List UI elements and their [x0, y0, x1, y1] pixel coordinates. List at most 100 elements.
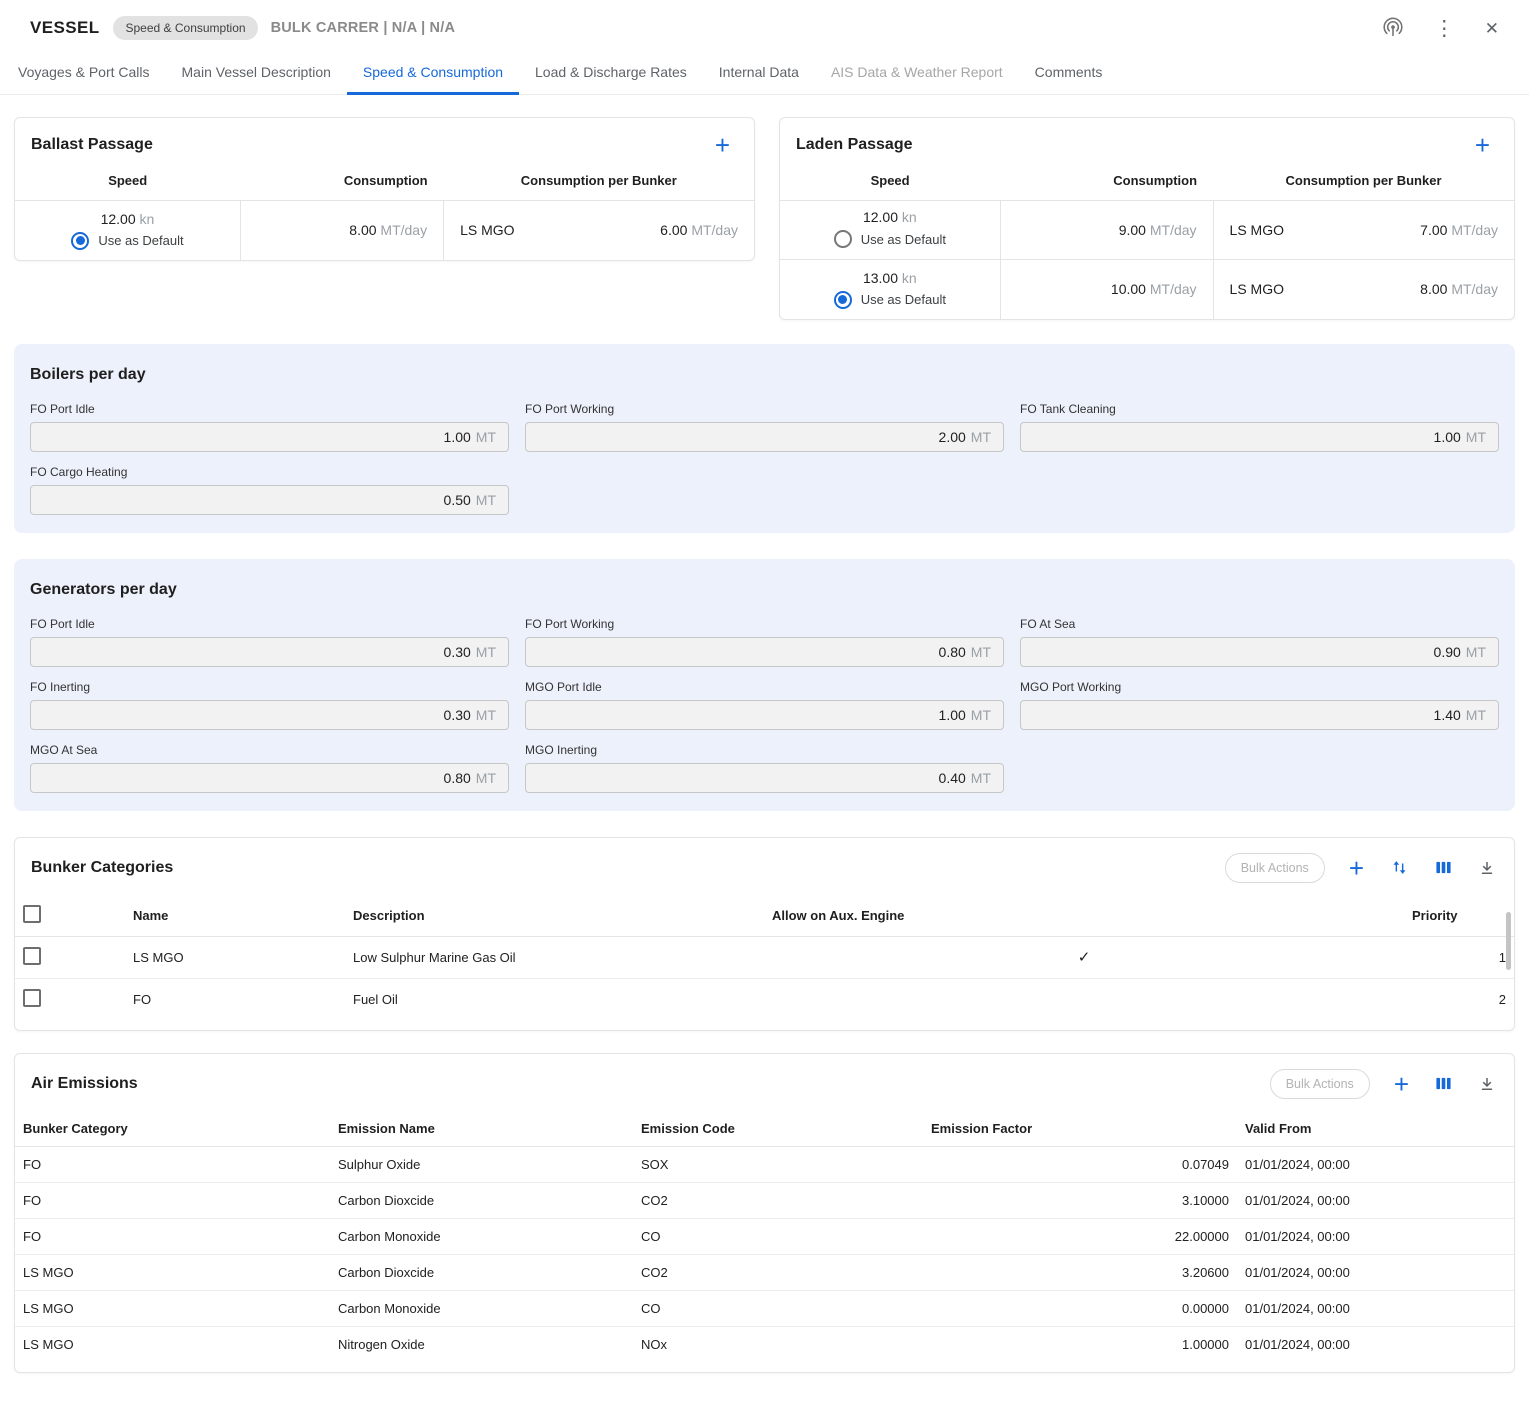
emission-valid-from: 01/01/2024, 00:00 [1237, 1290, 1514, 1326]
emission-name: Carbon Monoxide [330, 1218, 633, 1254]
bulk-actions-button[interactable]: Bulk Actions [1225, 853, 1325, 883]
vertical-scrollbar[interactable] [1506, 912, 1511, 970]
bunker-description: Fuel Oil [345, 978, 764, 1020]
sort-button[interactable] [1388, 856, 1411, 879]
select-all-checkbox[interactable] [23, 905, 41, 923]
speed-value: 12.00 kn [15, 211, 240, 227]
air-emissions-title: Air Emissions [31, 1075, 138, 1093]
tab-main-vessel-description[interactable]: Main Vessel Description [166, 51, 347, 95]
generators-title: Generators per day [30, 581, 1499, 599]
bunker-value: 8.00 MT/day [1420, 281, 1498, 297]
emission-name: Carbon Dioxcide [330, 1254, 633, 1290]
column-header-consumption-per-bunker: Consumption per Bunker [444, 167, 754, 201]
tab-internal-data[interactable]: Internal Data [703, 51, 815, 95]
generators-section: Generators per day FO Port Idle 0.30 MT … [14, 559, 1515, 811]
consumption-value: 10.00 MT/day [1000, 260, 1213, 319]
download-icon [1478, 859, 1496, 877]
radio-label: Use as Default [98, 233, 183, 248]
row-checkbox[interactable] [23, 947, 41, 965]
field-fo-cargo-heating: FO Cargo Heating 0.50 MT [30, 465, 509, 515]
emission-bunker-category: LS MGO [15, 1254, 330, 1290]
columns-icon [1435, 1075, 1452, 1092]
check-icon: ✓ [1078, 949, 1091, 966]
tab-speed-consumption[interactable]: Speed & Consumption [347, 51, 519, 95]
emission-valid-from: 01/01/2024, 00:00 [1237, 1182, 1514, 1218]
plus-icon: + [715, 135, 730, 155]
mgo-port-idle-input[interactable]: 1.00 MT [525, 700, 1004, 730]
radio-icon[interactable] [834, 291, 852, 309]
bunker-name: LS MGO [125, 936, 345, 978]
mgo-inerting-input[interactable]: 0.40 MT [525, 763, 1004, 793]
mgo-port-working-input[interactable]: 1.40 MT [1020, 700, 1499, 730]
tab-ais-data-weather-report[interactable]: AIS Data & Weather Report [815, 51, 1019, 95]
kebab-menu-button[interactable]: ⋮ [1432, 16, 1457, 41]
column-header-speed: Speed [15, 167, 240, 201]
emission-valid-from: 01/01/2024, 00:00 [1237, 1254, 1514, 1290]
column-header-consumption-per-bunker: Consumption per Bunker [1213, 167, 1514, 201]
column-header-allow-aux-engine: Allow on Aux. Engine [764, 895, 1404, 937]
radio-label: Use as Default [861, 232, 946, 247]
emission-factor: 22.00000 [923, 1218, 1237, 1254]
fo-tank-cleaning-input[interactable]: 1.00 MT [1020, 422, 1499, 452]
emission-factor: 3.20600 [923, 1254, 1237, 1290]
add-laden-passage-button[interactable]: + [1473, 133, 1492, 157]
bunker-name: LS MGO [460, 222, 514, 238]
bulk-actions-button[interactable]: Bulk Actions [1270, 1069, 1370, 1099]
tab-load-discharge-rates[interactable]: Load & Discharge Rates [519, 51, 703, 95]
vessel-subtitle: BULK CARRER | N/A | N/A [271, 20, 456, 36]
tab-voyages-port-calls[interactable]: Voyages & Port Calls [2, 51, 166, 95]
use-as-default-radio[interactable]: Use as Default [834, 291, 946, 309]
mgo-at-sea-input[interactable]: 0.80 MT [30, 763, 509, 793]
laden-passage-card: Laden Passage + Speed Consumption Consum… [779, 117, 1515, 320]
emission-factor: 1.00000 [923, 1326, 1237, 1362]
field-fo-port-working: FO Port Working 0.80 MT [525, 617, 1004, 667]
emission-name: Nitrogen Oxide [330, 1326, 633, 1362]
emission-factor: 0.07049 [923, 1146, 1237, 1182]
fo-port-idle-input[interactable]: 1.00 MT [30, 422, 509, 452]
tab-comments[interactable]: Comments [1019, 51, 1119, 95]
download-button[interactable] [1476, 1073, 1498, 1095]
fo-inerting-input[interactable]: 0.30 MT [30, 700, 509, 730]
radio-icon[interactable] [834, 230, 852, 248]
air-emissions-card: Air Emissions Bulk Actions + [14, 1053, 1515, 1373]
bunker-description: Low Sulphur Marine Gas Oil [345, 936, 764, 978]
fo-at-sea-input[interactable]: 0.90 MT [1020, 637, 1499, 667]
row-checkbox[interactable] [23, 989, 41, 1007]
fo-port-idle-input[interactable]: 0.30 MT [30, 637, 509, 667]
add-ballast-passage-button[interactable]: + [713, 133, 732, 157]
laden-passage-title: Laden Passage [796, 136, 913, 154]
air-emission-row: FO Carbon Dioxcide CO2 3.10000 01/01/202… [15, 1182, 1514, 1218]
fo-cargo-heating-input[interactable]: 0.50 MT [30, 485, 509, 515]
column-header-bunker-category: Bunker Category [15, 1111, 330, 1147]
emission-name: Sulphur Oxide [330, 1146, 633, 1182]
add-bunker-category-button[interactable]: + [1347, 856, 1366, 880]
columns-button[interactable] [1433, 1073, 1454, 1094]
ballast-passage-card: Ballast Passage + Speed Consumption Cons… [14, 117, 755, 261]
add-air-emission-button[interactable]: + [1392, 1072, 1411, 1096]
field-fo-port-idle: FO Port Idle 0.30 MT [30, 617, 509, 667]
main-content: Ballast Passage + Speed Consumption Cons… [0, 95, 1529, 1421]
close-button[interactable]: ✕ [1483, 18, 1501, 39]
emission-bunker-category: LS MGO [15, 1290, 330, 1326]
bunker-value: 7.00 MT/day [1420, 222, 1498, 238]
bunker-name: LS MGO [1230, 281, 1284, 297]
bunker-consumption: LS MGO 8.00 MT/day [1214, 281, 1514, 297]
emission-code: CO [633, 1218, 923, 1254]
use-as-default-radio[interactable]: Use as Default [71, 232, 183, 250]
consumption-value: 8.00 MT/day [240, 201, 443, 260]
bunker-categories-card: Bunker Categories Bulk Actions + [14, 837, 1515, 1031]
download-button[interactable] [1476, 857, 1498, 879]
radio-icon[interactable] [71, 232, 89, 250]
fo-port-working-input[interactable]: 0.80 MT [525, 637, 1004, 667]
broadcast-button[interactable] [1380, 15, 1406, 41]
use-as-default-radio[interactable]: Use as Default [834, 230, 946, 248]
column-header-description: Description [345, 895, 764, 937]
bunker-consumption: LS MGO 6.00 MT/day [444, 222, 754, 238]
fo-port-working-input[interactable]: 2.00 MT [525, 422, 1004, 452]
plus-icon: + [1394, 1074, 1409, 1094]
columns-button[interactable] [1433, 857, 1454, 878]
broadcast-icon [1382, 17, 1404, 39]
air-emission-row: LS MGO Carbon Dioxcide CO2 3.20600 01/01… [15, 1254, 1514, 1290]
field-fo-inerting: FO Inerting 0.30 MT [30, 680, 509, 730]
emission-code: SOX [633, 1146, 923, 1182]
